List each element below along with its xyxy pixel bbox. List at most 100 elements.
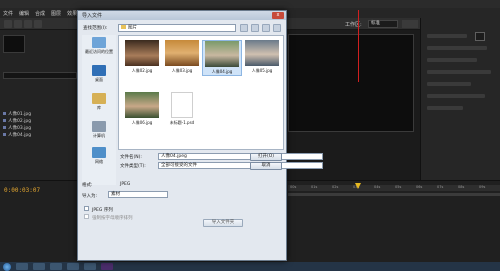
taskbar-after-effects-icon[interactable] xyxy=(101,263,113,270)
sequence-checkbox[interactable] xyxy=(84,206,89,211)
composition-frame[interactable] xyxy=(288,34,414,132)
look-in-value: 图片 xyxy=(128,25,137,31)
rotate-tool-icon[interactable] xyxy=(34,20,42,28)
list-item[interactable]: 人像04.jpg xyxy=(3,131,79,138)
computer-icon xyxy=(92,121,106,132)
taskbar-explorer-icon[interactable] xyxy=(33,263,45,270)
dialog-title: 导入文件 xyxy=(82,13,103,19)
ruler-label: 02s xyxy=(332,185,339,189)
cancel-button[interactable]: 取消 xyxy=(250,162,282,170)
place-label: 最近访问的位置 xyxy=(85,49,113,54)
close-icon[interactable]: x xyxy=(272,12,284,19)
panel-row xyxy=(427,58,477,62)
panel-row xyxy=(427,70,491,74)
info-character-panel xyxy=(420,18,500,198)
image-thumbnail xyxy=(165,40,199,66)
list-item[interactable]: 人像02.jpg xyxy=(3,117,79,124)
up-folder-icon[interactable] xyxy=(251,24,259,32)
taskbar-browser-icon[interactable] xyxy=(67,263,79,270)
import-file-dialog: 导入文件 x 查找范围(I): 图片 最近访问的位置 桌面 库 计算机 网络 人… xyxy=(77,10,323,261)
project-search-input[interactable] xyxy=(3,72,77,79)
network-icon xyxy=(92,147,106,158)
taskbar-ie-icon[interactable] xyxy=(16,263,28,270)
file-item[interactable]: 人像03.jpg xyxy=(162,40,202,74)
back-icon[interactable] xyxy=(240,24,248,32)
places-bar: 最近访问的位置 桌面 库 计算机 网络 xyxy=(82,35,116,185)
place-label: 库 xyxy=(97,105,101,110)
folder-icon xyxy=(121,25,126,29)
hand-tool-icon[interactable] xyxy=(14,20,22,28)
import-as-select[interactable]: 素材 xyxy=(108,191,168,198)
ruler-label: 07s xyxy=(437,185,444,189)
place-recent[interactable]: 最近访问的位置 xyxy=(82,37,116,55)
menu-effect[interactable]: 效果 xyxy=(67,10,77,17)
image-thumbnail xyxy=(205,41,239,67)
import-folder-button[interactable]: 导入文件夹 xyxy=(203,219,243,227)
menu-file[interactable]: 文件 xyxy=(3,10,13,17)
panel-row xyxy=(427,82,471,86)
zoom-tool-icon[interactable] xyxy=(24,20,32,28)
file-name: 人像05.jpg xyxy=(251,68,273,73)
place-label: 网络 xyxy=(95,159,103,164)
app-titlebar xyxy=(0,0,500,8)
navigation-buttons xyxy=(240,24,285,32)
image-thumbnail xyxy=(125,40,159,66)
selection-tool-icon[interactable] xyxy=(4,20,12,28)
ruler-label: 05s xyxy=(395,185,402,189)
place-label: 计算机 xyxy=(93,133,105,138)
file-type-select[interactable]: 全部可接受的文件 xyxy=(158,162,323,169)
ruler-label: 04s xyxy=(374,185,381,189)
file-name: 人像02.jpg xyxy=(131,68,153,73)
new-folder-icon[interactable] xyxy=(262,24,270,32)
file-name-input[interactable]: 人像04.jpeg xyxy=(158,153,323,160)
taskbar-app-icon[interactable] xyxy=(84,263,96,270)
panel-row xyxy=(427,94,485,98)
workspace-label: 工作区: xyxy=(345,22,362,28)
menu-layer[interactable]: 图层 xyxy=(51,10,61,17)
ruler-label: 08s xyxy=(458,185,465,189)
place-desktop[interactable]: 桌面 xyxy=(82,65,116,83)
desktop-icon xyxy=(92,65,106,76)
menu-composition[interactable]: 合成 xyxy=(35,10,45,17)
start-button-icon[interactable] xyxy=(3,262,11,271)
library-icon xyxy=(92,93,106,104)
place-library[interactable]: 库 xyxy=(82,93,116,111)
file-item-selected[interactable]: 人像04.jpg xyxy=(202,40,242,76)
file-item[interactable]: 人像02.jpg xyxy=(122,40,162,74)
file-item[interactable]: 未标题-1.psd xyxy=(162,92,202,126)
panel-row xyxy=(427,106,463,110)
file-item[interactable]: 人像06.jpg xyxy=(122,92,162,126)
image-thumbnail xyxy=(245,40,279,66)
list-item[interactable]: 人像03.jpg xyxy=(3,124,79,131)
search-help-field[interactable] xyxy=(402,20,418,28)
import-as-label: 导入为: xyxy=(82,194,98,199)
place-network[interactable]: 网络 xyxy=(82,147,116,165)
format-value: JPEG xyxy=(120,182,131,187)
menu-edit[interactable]: 编辑 xyxy=(19,10,29,17)
file-name-label: 文件名(N): xyxy=(120,155,142,160)
format-label: 格式: xyxy=(82,183,93,188)
place-label: 桌面 xyxy=(95,77,103,82)
work-area-bar[interactable] xyxy=(288,193,500,196)
look-in-label: 查找范围(I): xyxy=(83,26,108,31)
file-item[interactable]: 人像05.jpg xyxy=(242,40,282,74)
workspace-select[interactable]: 标准 xyxy=(368,20,398,28)
open-button[interactable]: 打开(O) xyxy=(250,153,282,161)
force-alphabetical-label: 强制按字母顺序排列 xyxy=(92,216,133,221)
taskbar-media-icon[interactable] xyxy=(50,263,62,270)
color-swatch[interactable] xyxy=(475,32,485,41)
windows-taskbar xyxy=(0,262,500,271)
panel-row xyxy=(427,46,487,50)
current-timecode[interactable]: 0:00:03:07 xyxy=(4,187,40,194)
list-item[interactable]: 人像01.jpg xyxy=(3,110,79,117)
look-in-select[interactable]: 图片 xyxy=(118,24,236,32)
place-computer[interactable]: 计算机 xyxy=(82,121,116,139)
file-name: 人像04.jpg xyxy=(211,69,233,74)
force-alphabetical-checkbox[interactable] xyxy=(84,214,89,219)
ruler-label: 00s xyxy=(290,185,297,189)
view-menu-icon[interactable] xyxy=(273,24,281,32)
document-icon xyxy=(171,92,193,118)
dialog-titlebar[interactable]: 导入文件 x xyxy=(78,11,286,20)
project-item-list: 人像01.jpg 人像02.jpg 人像03.jpg 人像04.jpg xyxy=(3,110,79,138)
time-ruler[interactable]: 00s 01s 02s 03s 04s 05s 06s 07s 08s 09s xyxy=(288,183,500,191)
